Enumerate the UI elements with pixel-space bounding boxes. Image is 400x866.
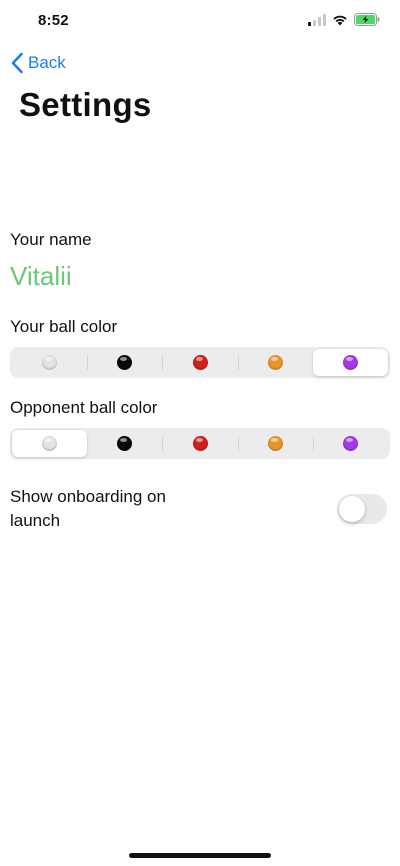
ball-color-option-black[interactable] bbox=[87, 349, 162, 376]
home-indicator bbox=[129, 853, 271, 858]
status-time: 8:52 bbox=[38, 12, 69, 29]
ball-color-option-orange[interactable] bbox=[237, 349, 313, 376]
opponent-ball-color-segmented-control[interactable] bbox=[10, 428, 390, 459]
opponent-ball-color-option-purple[interactable] bbox=[312, 430, 388, 457]
opponent-ball-color-option-white[interactable] bbox=[12, 430, 88, 457]
opponent-ball-color-option-red[interactable] bbox=[162, 430, 237, 457]
onboarding-toggle[interactable] bbox=[337, 494, 387, 524]
status-icons bbox=[308, 13, 380, 26]
black-ball-icon bbox=[117, 355, 133, 370]
wifi-icon bbox=[333, 15, 347, 25]
chevron-left-icon bbox=[11, 52, 23, 74]
back-label: Back bbox=[28, 53, 66, 72]
ball-color-label: Your ball color bbox=[10, 317, 118, 336]
ball-color-option-purple[interactable] bbox=[312, 349, 389, 376]
purple-ball-icon bbox=[342, 436, 358, 451]
ball-color-option-white[interactable] bbox=[12, 349, 87, 376]
orange-ball-icon bbox=[267, 436, 283, 451]
signal-icon bbox=[308, 13, 326, 26]
red-ball-icon bbox=[192, 436, 208, 451]
black-ball-icon bbox=[117, 436, 133, 451]
name-label: Your name bbox=[10, 230, 92, 249]
back-button[interactable]: Back bbox=[10, 52, 66, 74]
opponent-ball-color-option-orange[interactable] bbox=[237, 430, 313, 457]
ball-color-option-red[interactable] bbox=[162, 349, 237, 376]
ball-color-segmented-control[interactable] bbox=[10, 347, 390, 378]
opponent-ball-color-option-black[interactable] bbox=[87, 430, 162, 457]
onboarding-label: Show onboarding on launch bbox=[10, 487, 166, 530]
toggle-knob bbox=[339, 496, 365, 522]
white-ball-icon bbox=[42, 355, 58, 370]
white-ball-icon bbox=[42, 436, 58, 451]
status-bar: 8:52 bbox=[0, 0, 400, 44]
opponent-ball-color-label: Opponent ball color bbox=[10, 398, 158, 417]
name-value[interactable]: Vitalii bbox=[10, 261, 72, 292]
purple-ball-icon bbox=[342, 355, 358, 370]
orange-ball-icon bbox=[267, 355, 283, 370]
battery-charging-icon bbox=[354, 13, 380, 26]
red-ball-icon bbox=[192, 355, 208, 370]
page-title: Settings bbox=[19, 86, 152, 123]
